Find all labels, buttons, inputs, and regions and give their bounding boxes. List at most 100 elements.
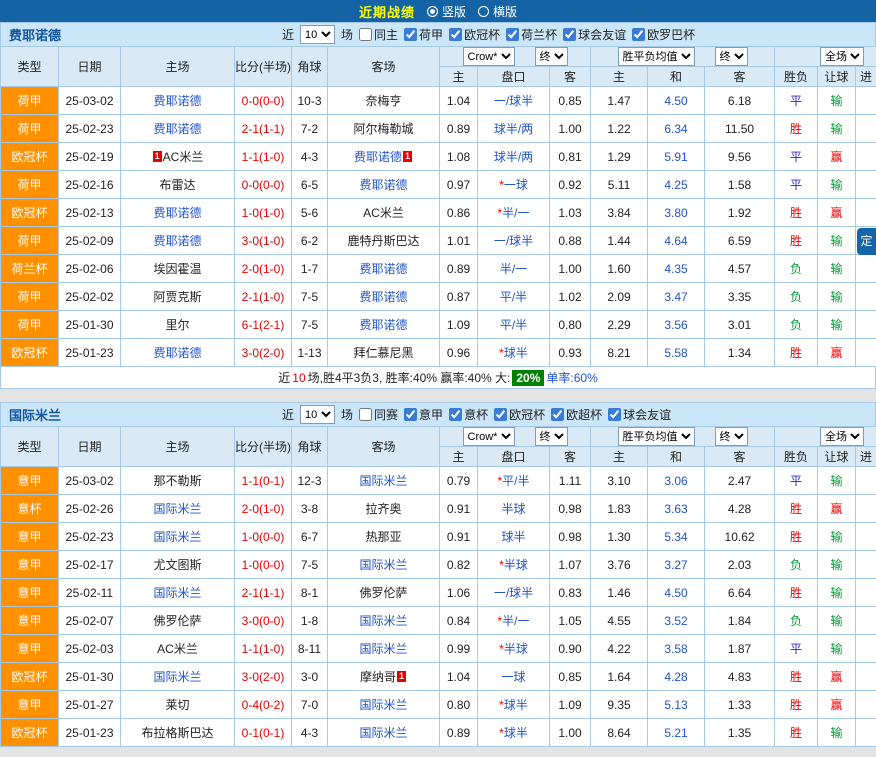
team-name-link[interactable]: 费耶诺德 (9, 25, 281, 44)
avg-type-select[interactable]: 胜平负均值 (618, 47, 695, 66)
avg-final-select[interactable]: 终 (715, 47, 748, 66)
filter-checkbox[interactable] (494, 408, 507, 421)
away-team-cell[interactable]: 国际米兰 (328, 607, 440, 635)
filter-荷甲[interactable]: 荷甲 (404, 26, 443, 43)
away-team-cell[interactable]: 拜仁慕尼黑 (328, 339, 440, 367)
filter-欧冠杯[interactable]: 欧冠杯 (494, 406, 545, 423)
scope-select[interactable]: 全场 (820, 47, 864, 66)
filter-checkbox[interactable] (359, 28, 372, 41)
away-team-cell[interactable]: 国际米兰 (328, 691, 440, 719)
home-team-cell[interactable]: 国际米兰 (121, 663, 235, 691)
filter-checkbox[interactable] (449, 28, 462, 41)
scope-select[interactable]: 全场 (820, 427, 864, 446)
home-team-cell[interactable]: 费耶诺德 (121, 339, 235, 367)
away-team-cell[interactable]: 费耶诺德 (328, 311, 440, 339)
home-team-cell[interactable]: 尤文图斯 (121, 551, 235, 579)
away-team-cell[interactable]: 拉齐奥 (328, 495, 440, 523)
filter-同赛[interactable]: 同赛 (359, 406, 398, 423)
home-team-cell[interactable]: 国际米兰 (121, 523, 235, 551)
away-team-cell[interactable]: 摩纳哥1 (328, 663, 440, 691)
home-team-cell[interactable]: 费耶诺德 (121, 115, 235, 143)
odds-source-select[interactable]: Crow* (463, 427, 515, 446)
home-team-cell[interactable]: 那不勒斯 (121, 467, 235, 495)
away-team-cell[interactable]: 国际米兰 (328, 635, 440, 663)
filter-荷兰杯[interactable]: 荷兰杯 (506, 26, 557, 43)
goals-cell (856, 255, 876, 283)
result-cell: 负 (775, 311, 818, 339)
home-team-cell[interactable]: 国际米兰 (121, 495, 235, 523)
match-date-cell: 25-02-06 (59, 255, 121, 283)
home-team-cell[interactable]: 费耶诺德 (121, 87, 235, 115)
away-team-cell[interactable]: 国际米兰 (328, 467, 440, 495)
home-team-cell[interactable]: 费耶诺德 (121, 199, 235, 227)
odds-final-select[interactable]: 终 (535, 427, 568, 446)
filter-同主[interactable]: 同主 (359, 26, 398, 43)
match-row: 欧冠杯 25-02-13 费耶诺德 1-0(1-0) 5-6 AC米兰 0.86… (1, 199, 876, 227)
match-count-select[interactable]: 10 (300, 405, 335, 424)
filter-意甲[interactable]: 意甲 (404, 406, 443, 423)
home-team-cell[interactable]: 莱切 (121, 691, 235, 719)
score-cell: 3-0(0-0) (235, 607, 292, 635)
away-team-cell[interactable]: AC米兰 (328, 199, 440, 227)
layout-radio-horizontal[interactable]: 横版 (478, 3, 517, 20)
home-team-cell[interactable]: 佛罗伦萨 (121, 607, 235, 635)
away-team-cell[interactable]: 奈梅亨 (328, 87, 440, 115)
filter-球会友谊[interactable]: 球会友谊 (563, 26, 626, 43)
home-team-cell[interactable]: 布雷达 (121, 171, 235, 199)
away-team-cell[interactable]: 国际米兰 (328, 551, 440, 579)
filter-checkbox[interactable] (608, 408, 621, 421)
odds-final-select[interactable]: 终 (535, 47, 568, 66)
col-type: 类型 (1, 427, 59, 467)
away-team-cell[interactable]: 热那亚 (328, 523, 440, 551)
filter-checkbox[interactable] (506, 28, 519, 41)
match-count-select[interactable]: 10 (300, 25, 335, 44)
handicap-cell: 一球 (478, 663, 550, 691)
filter-欧超杯[interactable]: 欧超杯 (551, 406, 602, 423)
avg-type-select[interactable]: 胜平负均值 (618, 427, 695, 446)
away-team-cell[interactable]: 阿尔梅勒城 (328, 115, 440, 143)
away-team-cell[interactable]: 鹿特丹斯巴达 (328, 227, 440, 255)
away-team-cell[interactable]: 费耶诺德 (328, 255, 440, 283)
filter-checkbox[interactable] (563, 28, 576, 41)
filter-意杯[interactable]: 意杯 (449, 406, 488, 423)
team-name-link[interactable]: 国际米兰 (9, 405, 281, 424)
score-cell: 0-0(0-0) (235, 171, 292, 199)
home-team-cell[interactable]: 1AC米兰 (121, 143, 235, 171)
avg-away-cell: 4.83 (705, 663, 775, 691)
avg-final-select[interactable]: 终 (715, 427, 748, 446)
col-odds-home: 主 (440, 447, 478, 467)
layout-radio-vertical[interactable]: 竖版 (427, 3, 466, 20)
home-team-cell[interactable]: 阿贾克斯 (121, 283, 235, 311)
away-team-cell[interactable]: 费耶诺德 (328, 283, 440, 311)
filter-checkbox[interactable] (551, 408, 564, 421)
filter-欧冠杯[interactable]: 欧冠杯 (449, 26, 500, 43)
home-team-cell[interactable]: 费耶诺德 (121, 227, 235, 255)
home-team-cell[interactable]: 国际米兰 (121, 579, 235, 607)
match-type-cell: 荷甲 (1, 171, 59, 199)
settings-tab[interactable]: 定 (857, 228, 876, 255)
avg-home-cell: 4.55 (591, 607, 648, 635)
away-team-cell[interactable]: 费耶诺德 (328, 171, 440, 199)
home-team-cell[interactable]: AC米兰 (121, 635, 235, 663)
home-team-cell[interactable]: 里尔 (121, 311, 235, 339)
filter-label: 同主 (374, 26, 398, 43)
filter-欧罗巴杯[interactable]: 欧罗巴杯 (632, 26, 695, 43)
score-cell: 1-0(0-0) (235, 523, 292, 551)
corners-cell: 7-5 (292, 551, 328, 579)
handicap-result-cell: 赢 (818, 663, 856, 691)
filter-checkbox[interactable] (404, 408, 417, 421)
home-team-cell[interactable]: 布拉格斯巴达 (121, 719, 235, 747)
away-team-cell[interactable]: 佛罗伦萨 (328, 579, 440, 607)
filter-checkbox[interactable] (359, 408, 372, 421)
filter-checkbox[interactable] (449, 408, 462, 421)
corners-cell: 12-3 (292, 467, 328, 495)
filter-球会友谊[interactable]: 球会友谊 (608, 406, 671, 423)
filter-checkbox[interactable] (632, 28, 645, 41)
home-team-cell[interactable]: 埃因霍温 (121, 255, 235, 283)
away-team-cell[interactable]: 国际米兰 (328, 719, 440, 747)
avg-away-cell: 2.47 (705, 467, 775, 495)
odds-source-select[interactable]: Crow* (463, 47, 515, 66)
away-team-cell[interactable]: 费耶诺德1 (328, 143, 440, 171)
handicap-cell: 球半 (478, 523, 550, 551)
filter-checkbox[interactable] (404, 28, 417, 41)
